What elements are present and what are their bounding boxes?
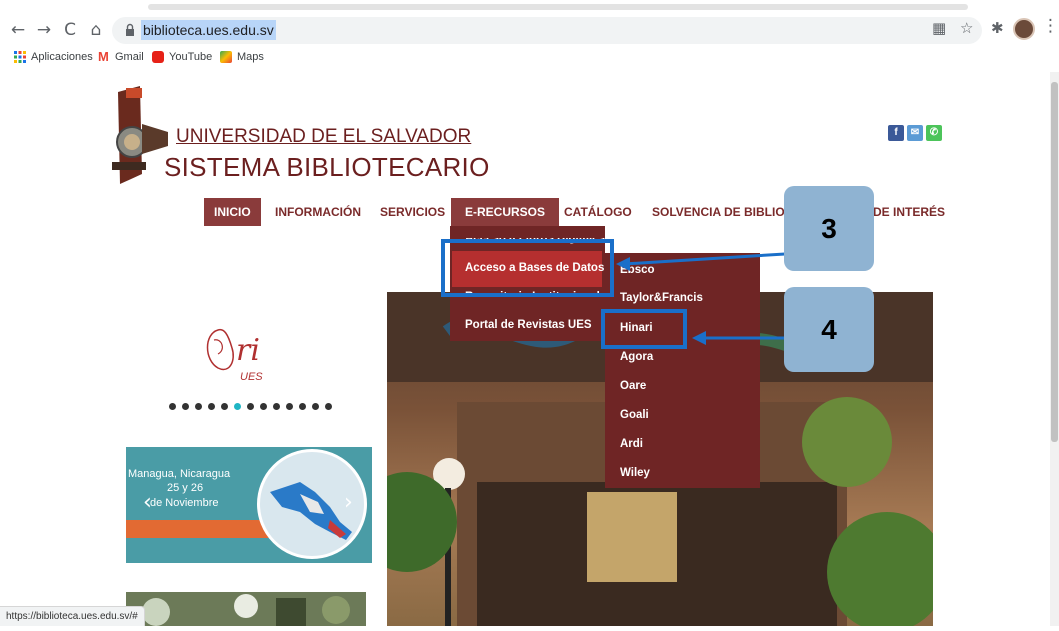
url-text[interactable]: biblioteca.ues.edu.sv — [141, 20, 276, 40]
banner-month: de Noviembre — [150, 497, 219, 509]
bookmark-maps[interactable]: Maps — [220, 49, 264, 65]
tab-strip — [148, 4, 968, 10]
carousel-dot-active[interactable] — [234, 403, 241, 410]
back-icon[interactable]: ← — [8, 20, 28, 40]
qr-icon[interactable]: ▦ — [932, 19, 946, 37]
nav-servicios[interactable]: SERVICIOS — [370, 198, 455, 226]
submenu-item-wiley[interactable]: Wiley — [620, 467, 650, 479]
bookmark-apps[interactable]: Aplicaciones — [14, 49, 93, 65]
email-icon[interactable]: ✉ — [907, 125, 923, 141]
nav-catalogo[interactable]: CATÁLOGO — [554, 198, 642, 226]
carousel-dot[interactable] — [286, 403, 293, 410]
carousel-dot[interactable] — [182, 403, 189, 410]
carousel-dot[interactable] — [260, 403, 267, 410]
highlight-box-bases — [441, 239, 614, 297]
youtube-icon — [152, 51, 164, 63]
star-icon[interactable]: ☆ — [960, 19, 973, 37]
callout-step-3: 3 — [784, 186, 874, 271]
banner-stripe — [126, 520, 276, 538]
menu-icon[interactable]: ⋮ — [1042, 16, 1059, 36]
callout-step-4: 4 — [784, 287, 874, 372]
carousel-dot[interactable] — [325, 403, 332, 410]
facebook-icon[interactable]: f — [888, 125, 904, 141]
ori-ues-logo[interactable]: ri UES — [200, 320, 270, 384]
submenu-item-ardi[interactable]: Ardi — [620, 438, 643, 450]
reload-icon[interactable]: C — [60, 20, 80, 40]
nav-e-recursos[interactable]: E-RECURSOS — [451, 198, 560, 226]
callout-arrows — [616, 252, 786, 345]
apps-icon — [14, 51, 26, 63]
bookmark-gmail[interactable]: M Gmail — [98, 49, 144, 65]
sbues-logo[interactable] — [112, 84, 172, 188]
university-name[interactable]: UNIVERSIDAD DE EL SALVADOR — [176, 126, 471, 148]
carousel-dot[interactable] — [299, 403, 306, 410]
home-icon[interactable]: ⌂ — [86, 20, 106, 40]
carousel-dot[interactable] — [195, 403, 202, 410]
scrollbar-thumb[interactable] — [1051, 82, 1058, 442]
bookmark-label: Aplicaciones — [31, 51, 93, 63]
submenu-item-agora[interactable]: Agora — [620, 351, 653, 363]
carousel-dot[interactable] — [312, 403, 319, 410]
carousel-dot[interactable] — [273, 403, 280, 410]
nav-informacion[interactable]: INFORMACIÓN — [265, 198, 371, 226]
gallery-image — [126, 592, 366, 626]
extensions-icon[interactable]: ✱ — [991, 19, 1004, 37]
system-name[interactable]: SISTEMA BIBLIOTECARIO — [164, 152, 490, 183]
svg-text:UES: UES — [240, 371, 263, 383]
photo-thumbnail-strip[interactable] — [126, 592, 366, 626]
forward-icon[interactable]: → — [34, 20, 54, 40]
avatar[interactable] — [1013, 18, 1035, 40]
bookmark-label: Maps — [237, 51, 264, 63]
lock-icon — [126, 23, 134, 36]
submenu-item-oare[interactable]: Oare — [620, 380, 646, 392]
bookmark-label: YouTube — [169, 51, 213, 63]
submenu-item-goali[interactable]: Goali — [620, 409, 649, 421]
maps-icon — [220, 51, 232, 63]
carousel-next-icon[interactable]: › — [344, 490, 353, 515]
carousel-prev-icon[interactable]: ‹ — [143, 490, 152, 515]
bookmark-youtube[interactable]: YouTube — [152, 49, 212, 65]
carousel-dot[interactable] — [247, 403, 254, 410]
nav-inicio[interactable]: INICIO — [204, 198, 261, 226]
nav-de-interes[interactable]: DE INTERÉS — [863, 198, 955, 226]
svg-text:ri: ri — [236, 333, 260, 368]
gmail-icon: M — [98, 49, 109, 64]
menu-item-portal-revistas[interactable]: Portal de Revistas UES — [465, 319, 592, 331]
banner-location: Managua, Nicaragua — [128, 468, 231, 480]
carousel-dot[interactable] — [169, 403, 176, 410]
status-bar-url: https://biblioteca.ues.edu.sv/# — [0, 606, 145, 626]
bookmark-label: Gmail — [115, 51, 144, 63]
carousel-dot[interactable] — [221, 403, 228, 410]
phone-icon[interactable]: ✆ — [926, 125, 942, 141]
banner-dates: 25 y 26 — [167, 482, 204, 494]
carousel-dot[interactable] — [208, 403, 215, 410]
